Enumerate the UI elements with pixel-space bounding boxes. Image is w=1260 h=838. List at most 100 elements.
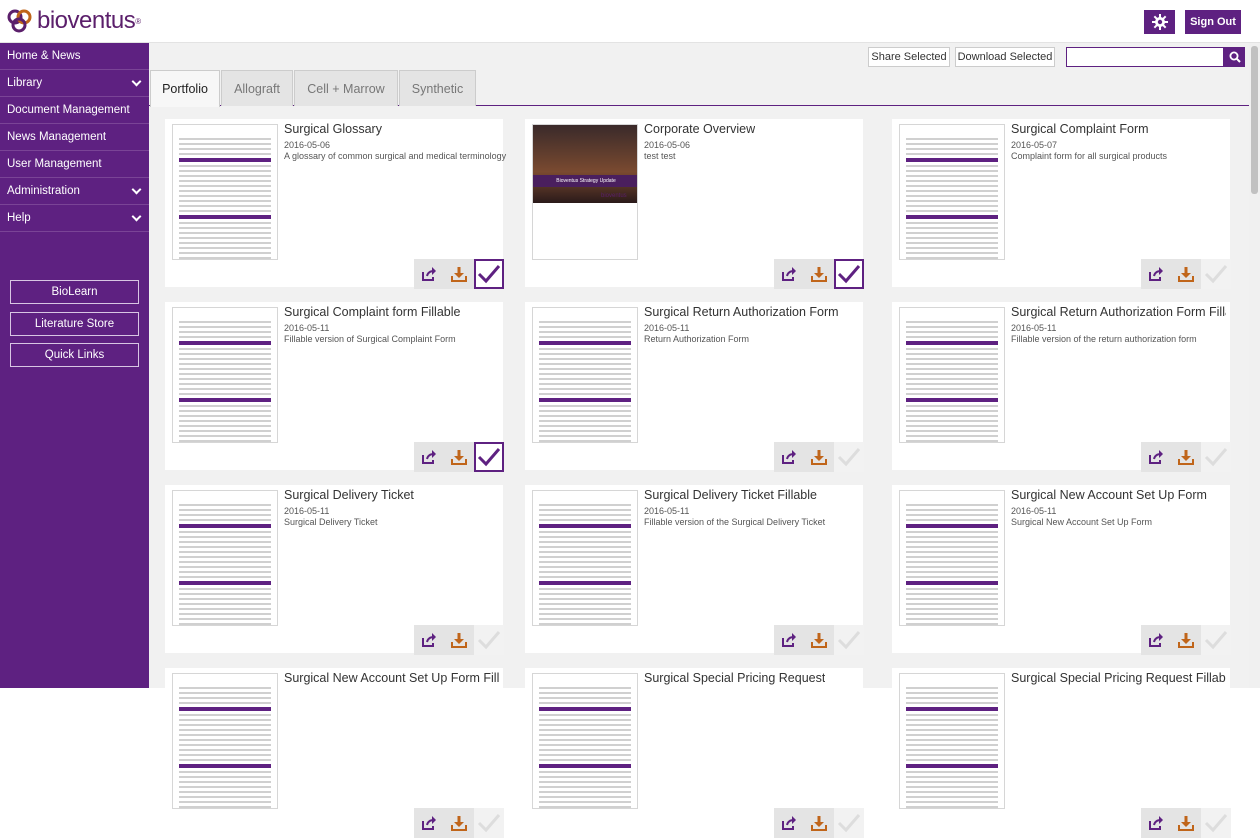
biolearn-button[interactable]: BioLearn (10, 280, 139, 304)
document-thumbnail[interactable] (172, 124, 278, 260)
select-checkbox[interactable] (1201, 808, 1231, 838)
sidebar-item-label: User Management (7, 158, 102, 170)
sidebar-item-label: Home & News (7, 50, 81, 62)
document-thumbnail[interactable] (899, 673, 1005, 809)
download-button[interactable] (444, 808, 474, 838)
gear-icon (1151, 14, 1168, 30)
select-checkbox[interactable] (474, 259, 504, 289)
document-title[interactable]: Surgical Return Authorization Form Filla… (1011, 305, 1226, 319)
share-icon (782, 267, 796, 281)
tab-portfolio[interactable]: Portfolio (150, 70, 220, 107)
document-thumbnail[interactable] (899, 490, 1005, 626)
document-title[interactable]: Surgical Delivery Ticket (284, 488, 414, 502)
select-checkbox[interactable] (834, 808, 864, 838)
share-button[interactable] (774, 625, 804, 655)
bioventus-logo[interactable]: bioventus ® (6, 8, 141, 34)
select-checkbox[interactable] (1201, 259, 1231, 289)
select-checkbox[interactable] (474, 625, 504, 655)
select-checkbox[interactable] (474, 442, 504, 472)
scrollbar-thumb[interactable] (1251, 46, 1258, 194)
document-title[interactable]: Surgical Special Pricing Request Fillabl… (1011, 671, 1226, 685)
document-date: 2016-05-11 (644, 506, 690, 516)
document-thumbnail[interactable] (532, 307, 638, 443)
share-button[interactable] (774, 808, 804, 838)
sidebar-item-label: News Management (7, 131, 107, 143)
select-checkbox[interactable] (474, 808, 504, 838)
download-button[interactable] (1171, 808, 1201, 838)
sidebar-item-document-management[interactable]: Document Management (0, 97, 149, 124)
tab-cell-marrow[interactable]: Cell + Marrow (294, 70, 398, 106)
document-date: 2016-05-06 (284, 140, 331, 150)
document-thumbnail[interactable] (532, 673, 638, 809)
document-title[interactable]: Surgical Glossary (284, 122, 382, 136)
document-title[interactable]: Surgical Special Pricing Request (644, 671, 825, 685)
sign-out-button[interactable]: Sign Out (1185, 10, 1241, 34)
document-thumbnail[interactable] (899, 307, 1005, 443)
share-button[interactable] (414, 625, 444, 655)
select-checkbox[interactable] (834, 259, 864, 289)
document-date: 2016-05-06 (644, 140, 691, 150)
share-button[interactable] (774, 259, 804, 289)
document-thumbnail[interactable] (172, 307, 278, 443)
share-button[interactable] (1141, 259, 1171, 289)
select-checkbox[interactable] (1201, 442, 1231, 472)
search-input[interactable] (1066, 47, 1224, 67)
download-button[interactable] (804, 808, 834, 838)
document-thumbnail[interactable]: Bioventus Strategy Update bioventus (532, 124, 638, 260)
share-selected-button[interactable]: Share Selected (868, 47, 950, 67)
download-button[interactable] (444, 442, 474, 472)
logo-mark-icon (7, 9, 32, 33)
download-icon (1178, 633, 1194, 648)
document-thumbnail[interactable] (172, 673, 278, 809)
document-card: Surgical Delivery Ticket 2016-05-11 Surgic… (165, 485, 504, 655)
share-button[interactable] (414, 259, 444, 289)
share-icon (422, 633, 436, 647)
select-checkbox[interactable] (1201, 625, 1231, 655)
download-icon (451, 450, 467, 465)
share-button[interactable] (774, 442, 804, 472)
search-button[interactable] (1224, 47, 1245, 67)
download-selected-button[interactable]: Download Selected (955, 47, 1055, 67)
share-button[interactable] (1141, 442, 1171, 472)
literature-store-button[interactable]: Literature Store (10, 312, 139, 336)
download-button[interactable] (444, 625, 474, 655)
document-card: Surgical Complaint form Fillable 2016-05-… (165, 302, 504, 472)
select-checkbox[interactable] (834, 442, 864, 472)
document-thumbnail[interactable] (899, 124, 1005, 260)
sidebar-item-library[interactable]: Library (0, 70, 149, 97)
settings-button[interactable] (1144, 10, 1175, 34)
tab-allograft[interactable]: Allograft (221, 70, 293, 106)
download-button[interactable] (804, 442, 834, 472)
tab-synthetic[interactable]: Synthetic (399, 70, 476, 106)
sidebar-item-home-news[interactable]: Home & News (0, 43, 149, 70)
download-button[interactable] (804, 259, 834, 289)
document-title[interactable]: Surgical Return Authorization Form (644, 305, 839, 319)
share-button[interactable] (1141, 808, 1171, 838)
select-checkbox[interactable] (834, 625, 864, 655)
sidebar-item-news-management[interactable]: News Management (0, 124, 149, 151)
download-button[interactable] (1171, 259, 1201, 289)
download-button[interactable] (1171, 625, 1201, 655)
sidebar-item-label: Help (7, 212, 31, 224)
sidebar-item-user-management[interactable]: User Management (0, 151, 149, 178)
document-thumbnail[interactable] (172, 490, 278, 626)
document-card: Surgical Special Pricing Request (525, 668, 864, 838)
document-title[interactable]: Surgical Complaint form Fillable (284, 305, 460, 319)
share-button[interactable] (414, 808, 444, 838)
document-title[interactable]: Surgical New Account Set Up Form Fillabl… (284, 671, 499, 685)
document-title[interactable]: Corporate Overview (644, 122, 755, 136)
share-button[interactable] (1141, 625, 1171, 655)
document-date: 2016-05-11 (1011, 506, 1057, 516)
document-title[interactable]: Surgical Delivery Ticket Fillable (644, 488, 817, 502)
document-thumbnail[interactable] (532, 490, 638, 626)
document-description: test test (644, 151, 676, 161)
sidebar-item-help[interactable]: Help (0, 205, 149, 232)
document-title[interactable]: Surgical Complaint Form (1011, 122, 1149, 136)
download-button[interactable] (804, 625, 834, 655)
quick-links-button[interactable]: Quick Links (10, 343, 139, 367)
download-button[interactable] (1171, 442, 1201, 472)
document-title[interactable]: Surgical New Account Set Up Form (1011, 488, 1207, 502)
download-button[interactable] (444, 259, 474, 289)
sidebar-item-administration[interactable]: Administration (0, 178, 149, 205)
share-button[interactable] (414, 442, 444, 472)
